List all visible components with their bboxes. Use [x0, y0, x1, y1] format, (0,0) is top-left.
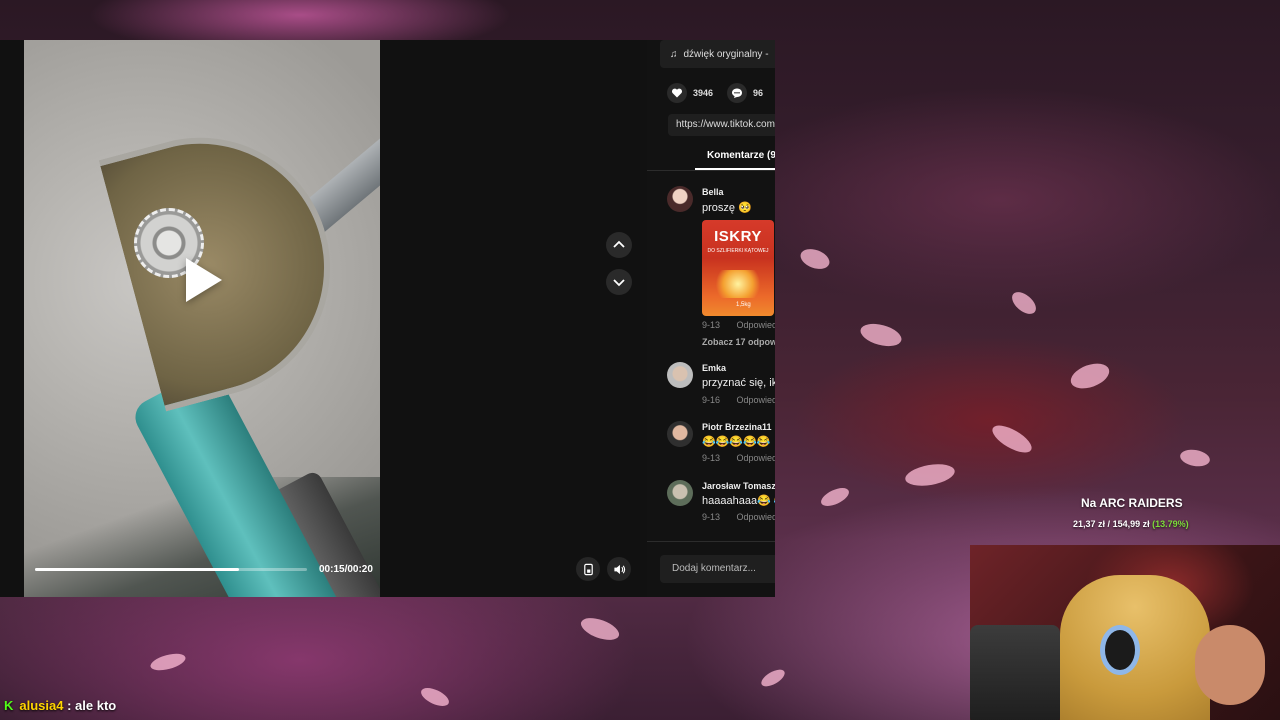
tiktok-panel: 00:15/00:20 ♫ dźwięk oryginalny - 3946 9… [0, 40, 775, 597]
comment-text: proszę 🥺 [702, 202, 752, 214]
reply-button[interactable]: Odpowied [737, 453, 775, 463]
next-video-button[interactable] [606, 269, 632, 295]
goal-target: 154,99 zł [1112, 519, 1150, 529]
chevron-up-icon [613, 240, 625, 248]
like-stat: 3946 [667, 83, 713, 103]
sticker-subtitle: DO SZLIFIERKI KĄTOWEJ [707, 248, 769, 254]
music-note-icon: ♫ [670, 48, 678, 60]
sound-link[interactable]: ♫ dźwięk oryginalny - [660, 40, 775, 68]
sticker-weight: 1,5kg [736, 302, 751, 308]
kick-logo-icon: K [4, 698, 14, 713]
video-time: 00:15/00:20 [319, 564, 373, 575]
chat-username: alusia4 [19, 698, 64, 713]
comment-stat: 96 [727, 83, 763, 103]
reply-button[interactable]: Odpowied [737, 395, 775, 405]
comments-sidebar: ♫ dźwięk oryginalny - 3946 96 https://ww… [647, 40, 775, 597]
comment-date: 9-13 [702, 512, 721, 522]
comment-button[interactable] [727, 83, 747, 103]
divider [647, 170, 775, 171]
donation-goal-title: Na ARC RAIDERS [1081, 496, 1183, 510]
avatar[interactable] [667, 186, 693, 212]
streamer-hand [1195, 625, 1265, 705]
comment-date: 9-16 [702, 395, 721, 405]
webcam-feed [970, 545, 1280, 720]
divider [647, 541, 775, 542]
video-player[interactable]: 00:15/00:20 [24, 40, 380, 597]
comment-sticker-image: ISKRY DO SZLIFIERKI KĄTOWEJ 1,5kg [702, 220, 774, 316]
video-progress-bar[interactable] [35, 568, 307, 571]
speech-bubble-icon [732, 88, 742, 98]
reply-button[interactable]: Odpowied [737, 512, 775, 522]
comment-username[interactable]: Jarosław Tomasz [702, 481, 775, 491]
goal-current: 21,37 zł [1073, 519, 1106, 529]
avatar[interactable] [667, 362, 693, 388]
comment-meta: 9-13 Odpowied [702, 512, 775, 522]
sticker-spark [712, 270, 764, 298]
reply-button[interactable]: Odpowied [737, 320, 775, 330]
comment-count: 96 [753, 88, 764, 98]
chevron-down-icon [613, 279, 625, 287]
donation-goal-values: 21,37 zł / 154,99 zł (13.79%) [1073, 519, 1189, 529]
headset [1100, 625, 1140, 675]
comment-username[interactable]: Emka [702, 363, 726, 373]
like-button[interactable] [667, 83, 687, 103]
avatar[interactable] [667, 480, 693, 506]
previous-video-button[interactable] [606, 232, 632, 258]
comment-text: haaaahaaa😂 😂 [702, 495, 775, 507]
sound-label: dźwięk oryginalny - [683, 48, 769, 60]
like-count: 3946 [693, 88, 714, 98]
tab-comments[interactable]: Komentarze (9 [707, 150, 775, 161]
speaker-icon [613, 564, 625, 574]
chat-separator: : [63, 698, 76, 713]
view-replies-button[interactable]: Zobacz 17 odpow [702, 337, 775, 347]
avatar[interactable] [667, 421, 693, 447]
video-url-field[interactable]: https://www.tiktok.com [668, 114, 775, 136]
add-comment-input[interactable]: Dodaj komentarz... [660, 555, 775, 583]
comment-meta: 9-13 Odpowied [702, 453, 775, 463]
comment-text: 😂😂😂😂😂 [702, 436, 771, 448]
comment-username[interactable]: Bella [702, 187, 724, 197]
chat-message: Kalusia4 : ale kto [4, 698, 116, 713]
volume-button[interactable] [607, 557, 631, 581]
chat-text: ale kto [75, 698, 117, 713]
pip-button[interactable] [576, 557, 600, 581]
comment-date: 9-13 [702, 453, 721, 463]
video-progress-fill [35, 568, 239, 571]
comment-username[interactable]: Piotr Brzezina11 [702, 422, 772, 432]
comment-meta: 9-16 Odpowied [702, 395, 775, 405]
sticker-brand: ISKRY [714, 228, 762, 245]
goal-percent: (13.79%) [1152, 519, 1189, 529]
play-icon[interactable] [186, 258, 222, 302]
comment-date: 9-13 [702, 320, 721, 330]
heart-icon [671, 88, 683, 98]
gaming-chair [970, 625, 1060, 720]
comment-text: przyznać się, ik [702, 377, 775, 389]
comment-meta: 9-13 Odpowied [702, 320, 775, 330]
pip-icon [583, 563, 593, 575]
